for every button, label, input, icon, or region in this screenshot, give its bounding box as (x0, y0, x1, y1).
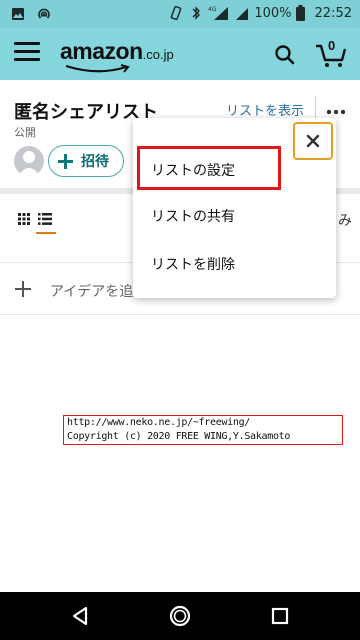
signal-strength-icon (234, 5, 250, 21)
plus-icon (55, 151, 75, 171)
home-circle-icon (169, 605, 191, 627)
row-divider (0, 314, 360, 315)
logo-domain: .co.jp (142, 47, 174, 62)
menu-item-delete-list[interactable]: リストを削除 (151, 254, 235, 274)
add-idea-plus-icon[interactable] (14, 280, 32, 298)
status-right-icons: 4G 100% 22:52 (168, 5, 352, 21)
more-dots-icon (326, 109, 346, 115)
invite-button[interactable]: 招待 (48, 145, 124, 177)
avatar[interactable] (14, 146, 44, 176)
search-icon (275, 45, 295, 65)
status-bar: 4G 100% 22:52 (0, 0, 360, 28)
menu-item-share-list[interactable]: リストの共有 (151, 206, 235, 226)
back-button[interactable] (68, 604, 92, 628)
vibrate-icon (168, 5, 184, 21)
recents-button[interactable] (268, 604, 292, 628)
person-icon (18, 151, 40, 176)
list-privacy-status: 公開 (14, 126, 36, 139)
grid-view-icon[interactable] (18, 210, 30, 225)
more-options-button[interactable] (326, 100, 346, 119)
home-button[interactable] (168, 604, 192, 628)
close-menu-button[interactable] (293, 122, 333, 160)
close-icon (306, 134, 320, 148)
logo-smile-icon (65, 64, 130, 73)
bluetooth-icon (188, 5, 204, 21)
hotspot-icon (36, 6, 52, 22)
invite-label: 招待 (81, 154, 109, 170)
battery-percent: 100% (254, 5, 292, 21)
app-header: amazon.co.jp 0 (0, 28, 360, 80)
screen: 4G 100% 22:52 amazon.co.jp 0 匿名シェアリスト リス… (0, 0, 360, 640)
watermark-copyright: Copyright (c) 2020 FREE WING,Y.Sakamoto (67, 431, 291, 442)
menu-bar-icon (14, 50, 40, 53)
list-view-icon[interactable] (38, 210, 52, 225)
clock: 22:52 (314, 5, 352, 21)
add-idea-label[interactable]: アイデアを追 (50, 281, 133, 301)
menu-item-list-settings[interactable]: リストの設定 (151, 160, 235, 180)
signal-icon: 4G (208, 5, 230, 21)
battery-icon (295, 5, 305, 21)
status-left-icons (10, 6, 52, 22)
active-view-indicator (36, 232, 56, 234)
cart-count: 0 (328, 38, 336, 53)
recents-square-icon (271, 607, 289, 625)
back-triangle-icon (72, 606, 88, 626)
cart-button[interactable]: 0 (314, 38, 348, 70)
hamburger-menu-button[interactable] (14, 42, 40, 64)
logo-wordmark: amazon (60, 38, 143, 64)
filter-label-partial[interactable]: み (338, 210, 352, 230)
header-separator (315, 96, 316, 120)
menu-bar-icon (14, 58, 40, 61)
system-nav-bar (0, 592, 360, 640)
menu-bar-icon (14, 42, 40, 45)
search-button[interactable] (272, 42, 298, 68)
amazon-logo[interactable]: amazon.co.jp (60, 38, 174, 73)
watermark-url: http://www.neko.ne.jp/~freewing/ (67, 417, 251, 428)
network-type-label: 4G (208, 6, 217, 13)
copyright-watermark: http://www.neko.ne.jp/~freewing/ Copyrig… (63, 415, 343, 445)
view-list-link[interactable]: リストを表示 (226, 100, 304, 119)
image-notification-icon (10, 6, 26, 22)
